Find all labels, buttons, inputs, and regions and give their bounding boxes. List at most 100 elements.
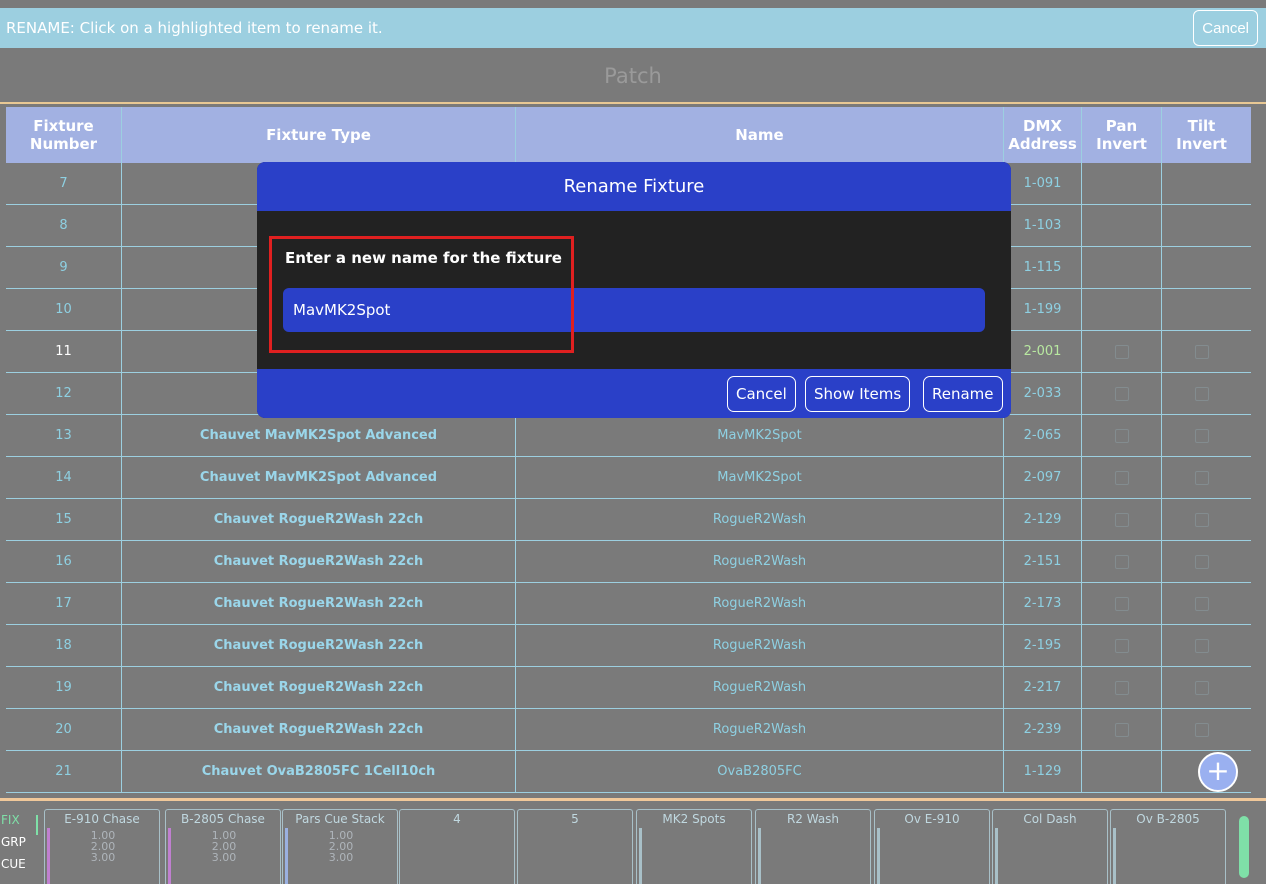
bank-slot[interactable]: R2 Wash	[755, 809, 871, 884]
bank-slot[interactable]: Ov E-910	[874, 809, 990, 884]
pan-invert-checkbox[interactable]	[1114, 554, 1129, 569]
pan-invert-checkbox[interactable]	[1114, 512, 1129, 527]
fixture-type[interactable]: Chauvet RogueR2Wash 22ch	[122, 667, 516, 708]
table-row[interactable]: 15 Chauvet RogueR2Wash 22ch RogueR2Wash 2-1…	[6, 499, 1251, 541]
fixture-number: 15	[6, 499, 122, 540]
tilt-invert-checkbox[interactable]	[1194, 386, 1209, 401]
tilt-invert-checkbox[interactable]	[1194, 596, 1209, 611]
bank-slot[interactable]: 5	[517, 809, 633, 884]
bank-slot[interactable]: 4	[399, 809, 515, 884]
pan-invert-checkbox[interactable]	[1114, 470, 1129, 485]
dialog-footer: Cancel Show Items Rename	[257, 369, 1011, 418]
fixture-type[interactable]: Chauvet MavMK2Spot Advanced	[122, 415, 516, 456]
bank-title: 5	[571, 812, 579, 826]
fixture-name[interactable]: RogueR2Wash	[516, 541, 1004, 582]
mode-cue-tab[interactable]: CUE	[0, 853, 40, 875]
fixture-name[interactable]: RogueR2Wash	[516, 709, 1004, 750]
dmx-address[interactable]: 2-001	[1004, 331, 1082, 372]
pan-invert-checkbox[interactable]	[1114, 680, 1129, 695]
bank-slot[interactable]: E-910 Chase 1.00 2.00 3.00	[44, 809, 160, 884]
dmx-address[interactable]: 2-173	[1004, 583, 1082, 624]
pan-invert-cell	[1082, 205, 1162, 246]
fixture-name-input[interactable]	[283, 288, 985, 332]
bank-slot[interactable]: MK2 Spots	[636, 809, 752, 884]
table-row[interactable]: 20 Chauvet RogueR2Wash 22ch RogueR2Wash 2-2…	[6, 709, 1251, 751]
fixture-name[interactable]: RogueR2Wash	[516, 583, 1004, 624]
column-header: Pan Invert	[1082, 107, 1162, 163]
show-items-button[interactable]: Show Items	[805, 376, 911, 412]
fixture-name[interactable]: RogueR2Wash	[516, 499, 1004, 540]
dmx-address[interactable]: 2-195	[1004, 625, 1082, 666]
fixture-name[interactable]: MavMK2Spot	[516, 457, 1004, 498]
tilt-invert-checkbox[interactable]	[1194, 638, 1209, 653]
dmx-address[interactable]: 2-129	[1004, 499, 1082, 540]
table-row[interactable]: 19 Chauvet RogueR2Wash 22ch RogueR2Wash 2-2…	[6, 667, 1251, 709]
pan-invert-checkbox[interactable]	[1114, 638, 1129, 653]
fixture-type[interactable]: Chauvet RogueR2Wash 22ch	[122, 499, 516, 540]
pan-invert-checkbox[interactable]	[1114, 386, 1129, 401]
fixture-number: 10	[6, 289, 122, 330]
tilt-invert-checkbox[interactable]	[1194, 722, 1209, 737]
fixture-type[interactable]: Chauvet MavMK2Spot Advanced	[122, 457, 516, 498]
mode-grp-tab[interactable]: GRP	[0, 831, 40, 853]
cancel-rename-mode-button[interactable]: Cancel	[1193, 10, 1258, 46]
mode-fix-tab[interactable]: FIX	[0, 809, 40, 831]
tilt-invert-cell	[1162, 541, 1241, 582]
dmx-address[interactable]: 2-033	[1004, 373, 1082, 414]
dmx-address[interactable]: 2-217	[1004, 667, 1082, 708]
dmx-address[interactable]: 1-103	[1004, 205, 1082, 246]
dmx-address[interactable]: 1-091	[1004, 163, 1082, 204]
dmx-address[interactable]: 2-065	[1004, 415, 1082, 456]
tilt-invert-checkbox[interactable]	[1194, 512, 1209, 527]
dialog-cancel-button[interactable]: Cancel	[727, 376, 796, 412]
table-row[interactable]: 18 Chauvet RogueR2Wash 22ch RogueR2Wash 2-1…	[6, 625, 1251, 667]
pan-invert-cell	[1082, 499, 1162, 540]
table-row[interactable]: 14 Chauvet MavMK2Spot Advanced MavMK2Spot 2…	[6, 457, 1251, 499]
pan-invert-checkbox[interactable]	[1114, 344, 1129, 359]
bank-slot[interactable]: Pars Cue Stack 1.00 2.00 3.00	[282, 809, 398, 884]
table-row[interactable]: 13 Chauvet MavMK2Spot Advanced MavMK2Spot 2…	[6, 415, 1251, 457]
tilt-invert-checkbox[interactable]	[1194, 428, 1209, 443]
bank-slot[interactable]: Col Dash	[992, 809, 1108, 884]
fixture-name[interactable]: OvaB2805FC	[516, 751, 1004, 792]
pan-invert-checkbox[interactable]	[1114, 596, 1129, 611]
tilt-invert-cell	[1162, 499, 1241, 540]
bank-slot[interactable]: B-2805 Chase 1.00 2.00 3.00	[165, 809, 281, 884]
tilt-invert-checkbox[interactable]	[1194, 680, 1209, 695]
pan-invert-checkbox[interactable]	[1114, 722, 1129, 737]
pan-invert-cell	[1082, 163, 1162, 204]
dmx-address[interactable]: 2-097	[1004, 457, 1082, 498]
tilt-invert-checkbox[interactable]	[1194, 470, 1209, 485]
bank-slot[interactable]: Ov B-2805	[1110, 809, 1226, 884]
fixture-name[interactable]: RogueR2Wash	[516, 625, 1004, 666]
dmx-address[interactable]: 2-239	[1004, 709, 1082, 750]
bank-scrollbar[interactable]	[1239, 816, 1249, 878]
tilt-invert-checkbox[interactable]	[1194, 554, 1209, 569]
rename-button[interactable]: Rename	[923, 376, 1003, 412]
fixture-type[interactable]: Chauvet RogueR2Wash 22ch	[122, 709, 516, 750]
pan-invert-cell	[1082, 289, 1162, 330]
dmx-address[interactable]: 1-129	[1004, 751, 1082, 792]
table-row[interactable]: 17 Chauvet RogueR2Wash 22ch RogueR2Wash 2-1…	[6, 583, 1251, 625]
pan-invert-checkbox[interactable]	[1114, 428, 1129, 443]
dmx-address[interactable]: 2-151	[1004, 541, 1082, 582]
rename-prompt: Enter a new name for the fixture	[285, 249, 562, 267]
fixture-name[interactable]: MavMK2Spot	[516, 415, 1004, 456]
fixture-type[interactable]: Chauvet RogueR2Wash 22ch	[122, 583, 516, 624]
fixture-name[interactable]: RogueR2Wash	[516, 667, 1004, 708]
table-row[interactable]: 16 Chauvet RogueR2Wash 22ch RogueR2Wash 2-1…	[6, 541, 1251, 583]
table-row[interactable]: 21 Chauvet OvaB2805FC 1Cell10ch OvaB2805FC…	[6, 751, 1251, 793]
tilt-invert-cell	[1162, 205, 1241, 246]
dialog-body: Enter a new name for the fixture	[257, 211, 1011, 369]
fixture-type[interactable]: Chauvet OvaB2805FC 1Cell10ch	[122, 751, 516, 792]
tilt-invert-checkbox[interactable]	[1194, 344, 1209, 359]
dmx-address[interactable]: 1-199	[1004, 289, 1082, 330]
bank-level-bar	[47, 828, 50, 884]
fixture-type[interactable]: Chauvet RogueR2Wash 22ch	[122, 625, 516, 666]
bank-title: MK2 Spots	[662, 812, 726, 826]
dmx-address[interactable]: 1-115	[1004, 247, 1082, 288]
fixture-type[interactable]: Chauvet RogueR2Wash 22ch	[122, 541, 516, 582]
fixture-number: 9	[6, 247, 122, 288]
add-fixture-button[interactable]: +	[1198, 752, 1238, 792]
bank-level-bar	[285, 828, 288, 884]
